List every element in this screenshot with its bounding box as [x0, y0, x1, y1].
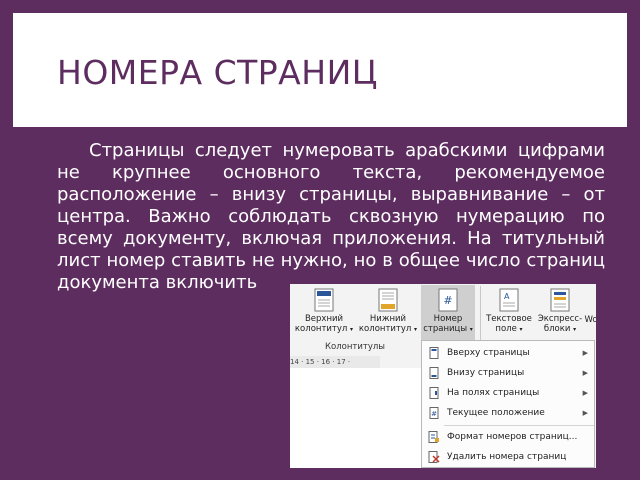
header-button-line2: колонтитул [294, 324, 348, 334]
svg-text:#: # [443, 294, 452, 307]
page-number-button-line1: Номер [433, 314, 463, 324]
ribbon: Верхний колонтитул ▾ Нижний колонтитул ▾… [290, 284, 596, 342]
menu-item-bottom-of-page[interactable]: Внизу страницы ▶ [422, 363, 594, 383]
submenu-arrow-icon: ▶ [582, 349, 588, 357]
textbox-button[interactable]: A Текстовое поле ▾ [483, 285, 535, 341]
page-top-icon [429, 347, 439, 359]
ribbon-group-separator [480, 286, 481, 340]
document-page[interactable] [290, 368, 425, 468]
header-button[interactable]: Верхний колонтитул ▾ [292, 285, 356, 341]
header-button-line1: Верхний [304, 314, 344, 324]
menu-item-remove-page-numbers[interactable]: Удалить номера страниц [422, 447, 594, 467]
header-icon [314, 288, 334, 312]
svg-text:A: A [504, 292, 510, 301]
menu-item-label: На полях страницы [447, 388, 540, 398]
menu-item-label: Вверху страницы [447, 348, 530, 358]
page-margin-icon [429, 387, 439, 399]
title-band: НОМЕРА СТРАНИЦ [13, 13, 627, 127]
textbox-button-line1: Текстовое [486, 314, 532, 324]
svg-text:#: # [431, 410, 437, 418]
menu-item-current-position[interactable]: # Текущее положение ▶ [422, 403, 594, 423]
slide-body-text: Страницы следует нумеровать арабскими ци… [57, 140, 605, 293]
page-number-button[interactable]: # Номер страницы ▾ [421, 285, 475, 341]
quickparts-button-line2: блоки [543, 324, 571, 334]
current-position-icon: # [429, 407, 439, 419]
textbox-icon: A [499, 288, 519, 312]
partial-ribbon-button-label: Wo [584, 315, 596, 325]
menu-separator [444, 425, 594, 426]
quickparts-icon [550, 288, 570, 312]
menu-item-label: Формат номеров страниц... [447, 432, 578, 442]
footer-button[interactable]: Нижний колонтитул ▾ [356, 285, 420, 341]
footer-caret-icon: ▾ [414, 326, 418, 333]
page-number-button-line2: страницы [423, 324, 468, 334]
slide-title: НОМЕРА СТРАНИЦ [57, 53, 378, 92]
ruler: 14 · 15 · 16 · 17 · [290, 356, 380, 368]
submenu-arrow-icon: ▶ [582, 409, 588, 417]
format-numbers-icon [428, 431, 439, 443]
footer-button-line2: колонтитул [358, 324, 412, 334]
menu-item-label: Внизу страницы [447, 368, 525, 378]
menu-item-label: Текущее положение [447, 408, 545, 418]
word-ribbon-screenshot: Верхний колонтитул ▾ Нижний колонтитул ▾… [290, 284, 596, 468]
header-caret-icon: ▾ [350, 326, 354, 333]
submenu-arrow-icon: ▶ [582, 389, 588, 397]
quickparts-caret-icon: ▾ [573, 326, 577, 333]
submenu-arrow-icon: ▶ [582, 369, 588, 377]
page-bottom-icon [429, 367, 439, 379]
footer-icon [378, 288, 398, 312]
textbox-caret-icon: ▾ [519, 326, 523, 333]
ribbon-group-label: Колонтитулы [324, 342, 386, 352]
quickparts-button-line1: Экспресс- [537, 314, 583, 324]
page-number-caret-icon: ▾ [469, 326, 473, 333]
partial-ribbon-button[interactable]: Wo [584, 315, 596, 335]
menu-item-page-margins[interactable]: На полях страницы ▶ [422, 383, 594, 403]
menu-item-top-of-page[interactable]: Вверху страницы ▶ [422, 343, 594, 363]
textbox-button-line2: поле [495, 324, 517, 334]
menu-item-label: Удалить номера страниц [447, 452, 567, 462]
page-number-icon: # [438, 288, 458, 312]
remove-numbers-icon [428, 451, 440, 463]
quickparts-button[interactable]: Экспресс- блоки ▾ [536, 285, 584, 341]
footer-button-line1: Нижний [369, 314, 407, 324]
page-number-dropdown-menu: Вверху страницы ▶ Внизу страницы ▶ На по… [421, 340, 595, 468]
menu-item-format-page-numbers[interactable]: Формат номеров страниц... [422, 427, 594, 447]
